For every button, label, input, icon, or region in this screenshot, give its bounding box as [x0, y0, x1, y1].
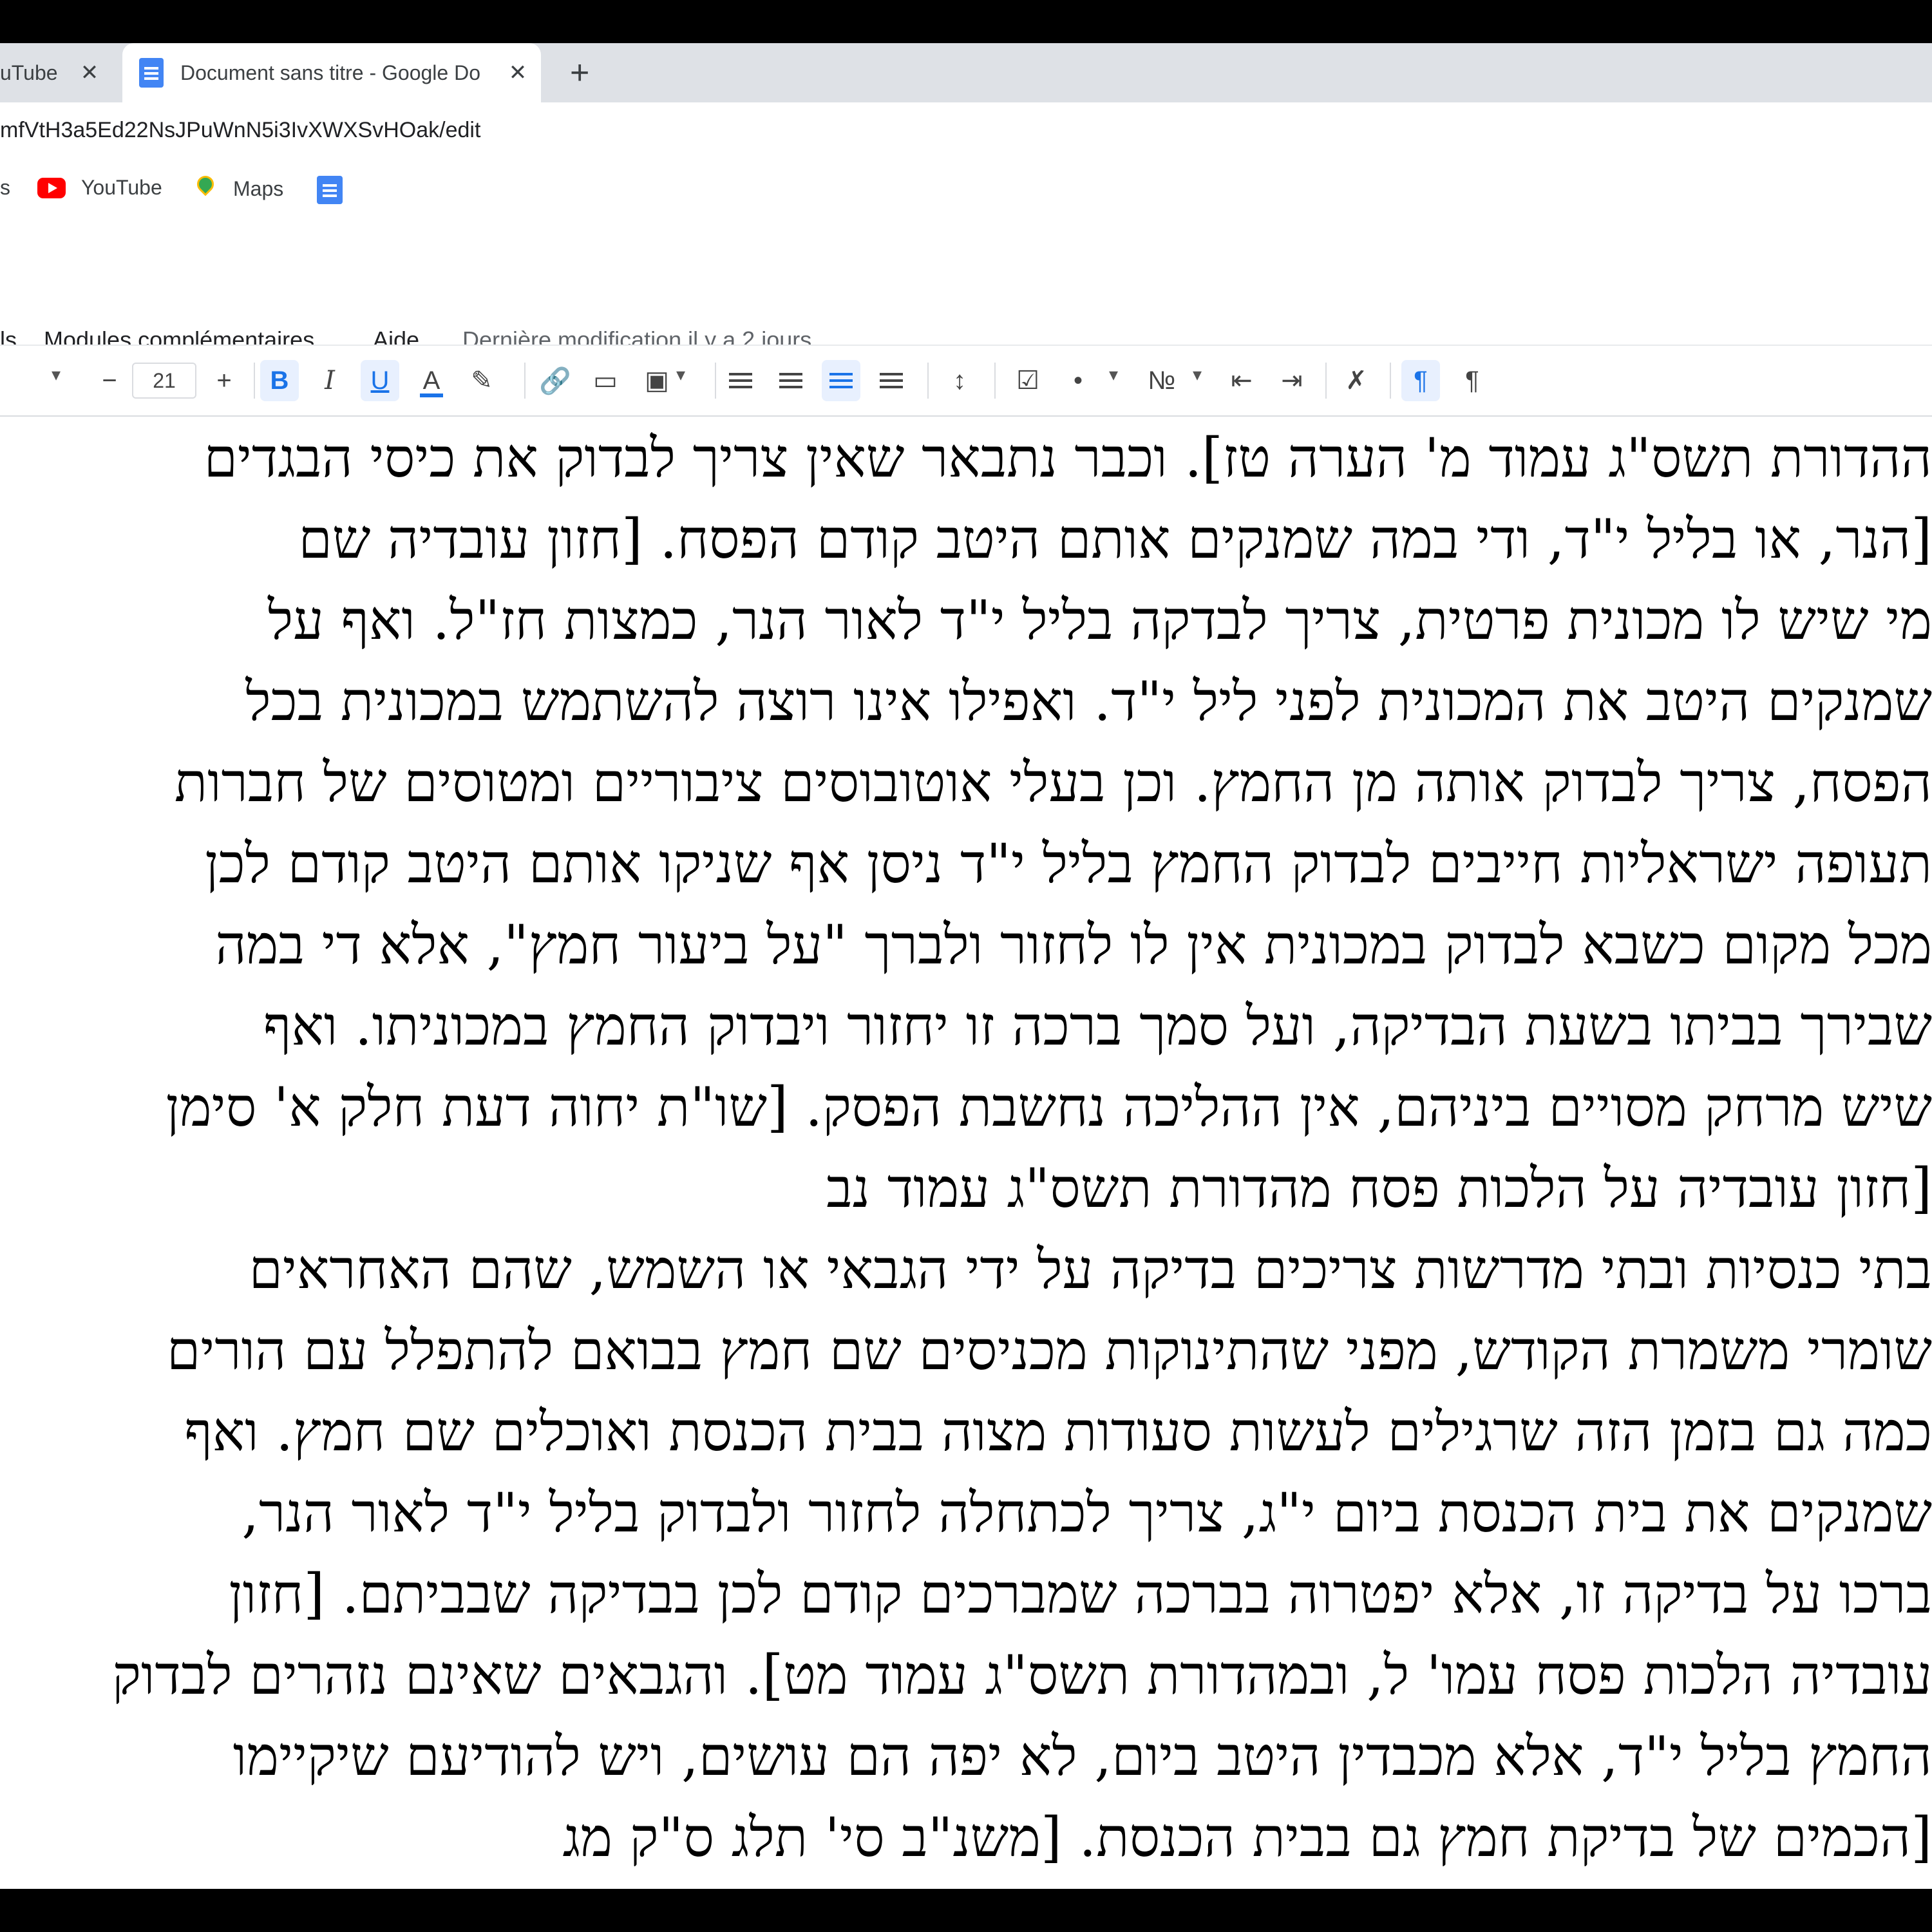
highlight-pen-icon[interactable]: ✎ [462, 360, 501, 401]
browser-window: uTube ✕ Document sans titre - Google Do … [0, 43, 1932, 1889]
font-size-decrease-button[interactable]: − [90, 360, 129, 401]
text-line[interactable]: [הנר, או בליל י"ד, ודי במה שמנקים אותם ה… [298, 498, 1932, 580]
text-line[interactable]: שיש מרחק מסויים ביניהם, אין ההליכה נחשבת… [166, 1066, 1932, 1148]
bookmark-docs[interactable] [317, 176, 343, 204]
bookmarks-bar: s YouTube Maps [0, 162, 1932, 217]
toolbar-divider [1325, 363, 1327, 399]
tab-title: Document sans titre - Google Do [180, 61, 480, 84]
font-dropdown-caret-icon[interactable]: ▾ [52, 364, 61, 385]
text-line[interactable]: שבירך בביתו בשעת הבדיקה, ועל סמך ברכה זו… [263, 985, 1932, 1067]
docs-toolbar: ▾ − 21 + B I U A ✎ 🔗 ▭ ▣ ▾ ↕ ☑ • ▾ № ▾ ⇤… [0, 345, 1932, 417]
tab-strip: uTube ✕ Document sans titre - Google Do … [0, 43, 1932, 102]
decrease-indent-icon[interactable]: ⇤ [1222, 360, 1261, 401]
toolbar-divider [994, 363, 996, 399]
checklist-icon[interactable]: ☑ [1009, 360, 1047, 401]
text-line[interactable]: בתי כנסיות ובתי מדרשות צריכים בדיקה על י… [249, 1228, 1932, 1311]
text-line[interactable]: עובדיה הלכות פסח עמו' ל, ובמהדורת תשס"ג … [112, 1634, 1932, 1716]
document-canvas[interactable]: ההדורת תשס"ג עמוד מ' הערה טז]. וכבר נתבא… [0, 417, 1932, 1889]
close-icon[interactable]: ✕ [78, 60, 101, 86]
text-line[interactable]: ברכו על בדיקה זו, אלא יפטרוה בברכה שמברכ… [229, 1553, 1932, 1635]
text-line[interactable]: אין צריך לבדוק את החמץ בספרים, ומותר ללמ… [334, 1877, 1932, 1889]
italic-button[interactable]: I [310, 360, 349, 401]
bullet-dropdown-caret-icon[interactable]: ▾ [1109, 364, 1118, 385]
tab-youtube[interactable]: uTube ✕ [0, 43, 116, 102]
align-left-icon[interactable] [721, 360, 760, 401]
text-line[interactable]: [הכמים של בדיקת חמץ גם בבית הכנסת. [משנ"… [563, 1796, 1932, 1879]
number-dropdown-caret-icon[interactable]: ▾ [1193, 364, 1202, 385]
font-size-input[interactable]: 21 [132, 363, 196, 399]
text-line[interactable]: מכל מקום כשבא לבדוק במכונית אין לו לחזור… [215, 904, 1932, 986]
docs-menubar: ls Modules complémentaires Aide Dernière… [0, 216, 1932, 353]
docs-icon [317, 176, 343, 204]
youtube-icon [37, 177, 66, 198]
align-center-icon[interactable] [772, 360, 810, 401]
text-line[interactable]: שומרי משמרת הקודש, מפני שהתינוקות מכניסי… [167, 1309, 1932, 1392]
bookmark-maps[interactable]: Maps [196, 176, 283, 202]
bookmark-youtube[interactable]: YouTube [37, 176, 162, 200]
text-line[interactable]: ההדורת תשס"ג עמוד מ' הערה טז]. וכבר נתבא… [204, 417, 1932, 499]
underline-button[interactable]: U [361, 360, 399, 401]
text-color-label: A [422, 366, 440, 395]
toolbar-divider [715, 363, 716, 399]
image-dropdown-caret-icon[interactable]: ▾ [676, 364, 685, 385]
text-line[interactable]: הפסח, צריך לבדוק אותה מן החמץ. וכן בעלי … [175, 741, 1932, 824]
align-justify-icon[interactable] [872, 360, 911, 401]
url-text[interactable]: mfVtH3a5Ed22NsJPuWnN5i3IvXWXSvHOak/edit [0, 118, 480, 143]
insert-image-icon[interactable]: ▣ [638, 360, 676, 401]
ltr-paragraph-button[interactable]: ¶ [1453, 360, 1492, 401]
tab-title: uTube [0, 61, 58, 84]
toolbar-divider [254, 363, 255, 399]
tab-google-docs[interactable]: Document sans titre - Google Do ✕ [122, 43, 541, 102]
font-size-increase-button[interactable]: + [205, 360, 243, 401]
text-line[interactable]: מי שיש לו מכונית פרטית, צריך לבדקה בליל … [268, 579, 1932, 661]
toolbar-divider [927, 363, 929, 399]
insert-link-icon[interactable]: 🔗 [536, 360, 574, 401]
close-icon[interactable]: ✕ [506, 60, 529, 86]
text-line[interactable]: החמץ בליל י"ד, אלא מכבדין היטב ביום, לא … [233, 1715, 1932, 1797]
text-line[interactable]: כמה גם בזמן הזה שרגילים לעשות סעודות מצו… [184, 1390, 1932, 1473]
text-color-swatch [420, 393, 443, 397]
increase-indent-icon[interactable]: ⇥ [1273, 360, 1311, 401]
bookmark-label: Maps [233, 176, 284, 200]
align-right-icon[interactable] [822, 360, 860, 401]
new-tab-button[interactable]: + [570, 55, 589, 91]
clear-formatting-icon[interactable]: ✗ [1337, 360, 1376, 401]
rtl-paragraph-button[interactable]: ¶ [1401, 360, 1440, 401]
bold-button[interactable]: B [260, 360, 299, 401]
text-line[interactable]: שמנקים היטב את המכונית לפני ליל י"ד. ואפ… [245, 660, 1932, 743]
insert-comment-icon[interactable]: ▭ [586, 360, 625, 401]
numbered-list-icon[interactable]: № [1142, 360, 1181, 401]
text-line[interactable]: שמנקים את בית הכנסת ביום י"ג, צריך לכתחל… [242, 1472, 1932, 1554]
line-spacing-icon[interactable]: ↕ [940, 360, 979, 401]
toolbar-divider [1390, 363, 1391, 399]
address-bar[interactable]: mfVtH3a5Ed22NsJPuWnN5i3IvXWXSvHOak/edit [0, 102, 1932, 162]
bookmark-apps[interactable]: s [0, 176, 10, 200]
text-color-button[interactable]: A [412, 360, 451, 401]
bulleted-list-icon[interactable]: • [1059, 360, 1097, 401]
maps-icon [196, 176, 215, 202]
docs-icon [139, 58, 164, 88]
bookmark-label: s [0, 176, 10, 199]
text-line[interactable]: תעופה ישראליות חייבים לבדוק החמץ בליל י"… [205, 822, 1932, 905]
bookmark-label: YouTube [81, 176, 162, 199]
text-line[interactable]: [חזון עובדיה על הלכות פסח מהדורת תשס"ג ע… [826, 1147, 1932, 1229]
toolbar-divider [524, 363, 526, 399]
